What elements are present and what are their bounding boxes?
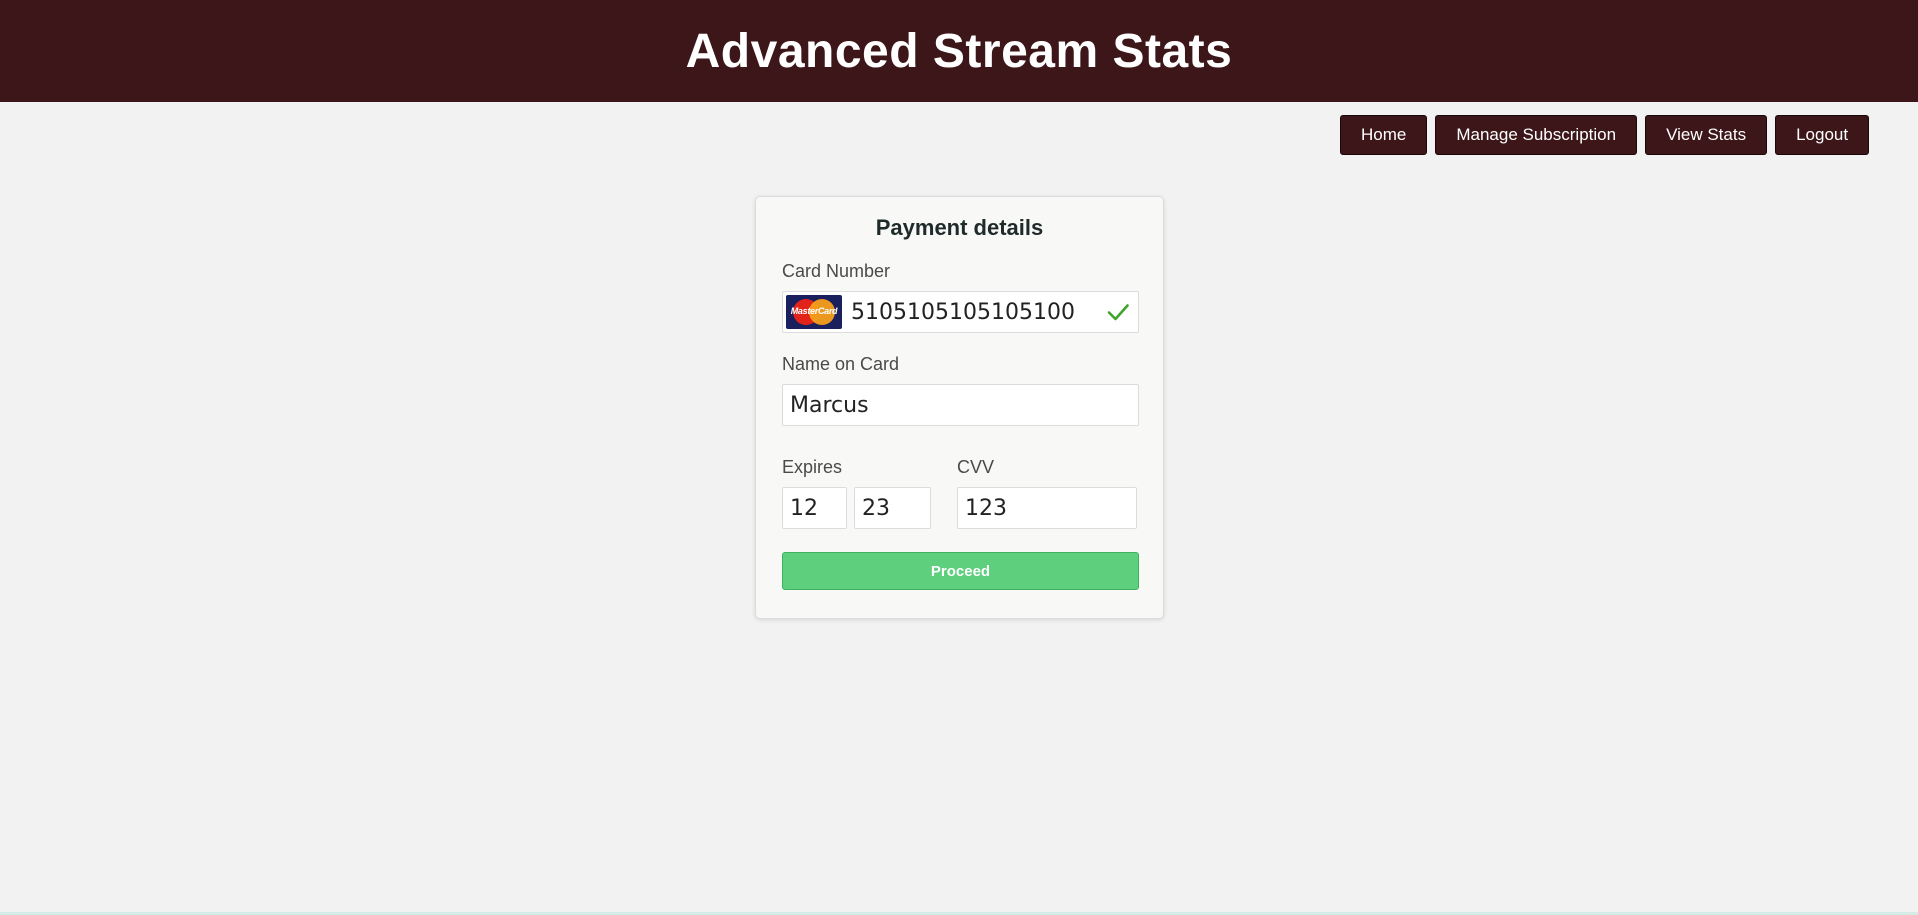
payment-title: Payment details — [875, 215, 1044, 240]
expires-year-value: 23 — [862, 495, 890, 521]
card-number-value: 5105105105105100 — [851, 299, 1075, 325]
name-on-card-value: Marcus — [790, 392, 869, 418]
nav-logout-button[interactable]: Logout — [1775, 115, 1870, 155]
app-title: Advanced Stream Stats — [685, 24, 1233, 78]
mastercard-logo-text: MasterCard — [790, 306, 838, 316]
nav-view-stats-button[interactable]: View Stats — [1645, 115, 1768, 155]
cvv-value: 123 — [965, 495, 1007, 521]
expires-month-value: 12 — [790, 495, 818, 521]
app-header: Advanced Stream Stats — [0, 0, 1918, 102]
name-on-card-label: Name on Card — [782, 354, 900, 374]
cvv-label: CVV — [957, 457, 995, 477]
top-nav: Home Manage Subscription View Stats Logo… — [1340, 115, 1870, 155]
mastercard-logo-icon: MasterCard — [786, 295, 842, 329]
cvv-input[interactable]: 123 — [957, 487, 1137, 529]
name-on-card-input[interactable]: Marcus — [782, 384, 1139, 426]
nav-manage-subscription-button[interactable]: Manage Subscription — [1435, 115, 1638, 155]
card-number-input[interactable]: MasterCard 5105105105105100 — [782, 291, 1139, 333]
expires-year-input[interactable]: 23 — [854, 487, 931, 529]
checkmark-icon — [1107, 304, 1129, 321]
payment-card: Payment details Card Number MasterCard 5… — [755, 196, 1164, 619]
card-number-label: Card Number — [782, 261, 891, 281]
expires-month-input[interactable]: 12 — [782, 487, 847, 529]
expires-label: Expires — [782, 457, 843, 477]
proceed-button[interactable]: Proceed — [782, 552, 1139, 590]
nav-home-button[interactable]: Home — [1340, 115, 1428, 155]
